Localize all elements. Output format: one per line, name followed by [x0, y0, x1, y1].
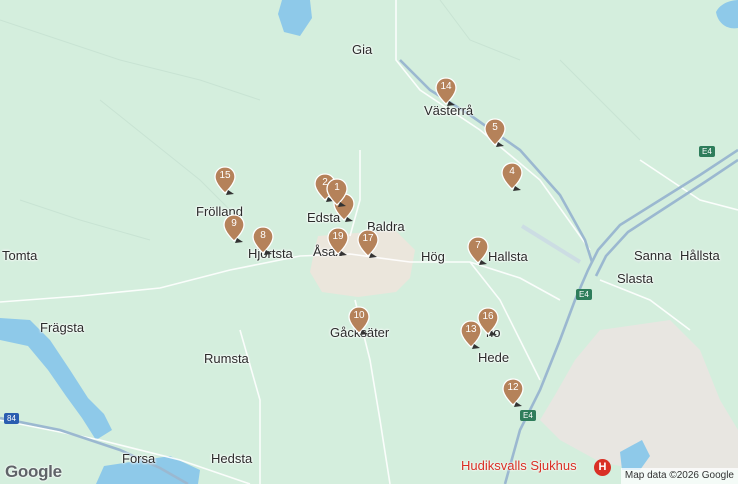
map-marker-label: 17: [362, 233, 374, 244]
map-marker-15[interactable]: 15: [214, 166, 236, 198]
hospital-label[interactable]: Hudiksvalls Sjukhus: [461, 458, 577, 473]
map-marker-10[interactable]: 10: [348, 306, 370, 338]
map-marker-14[interactable]: 14: [435, 77, 457, 109]
map-canvas[interactable]: Gia Västerrå Frölland Edsta Baldra Tomta…: [0, 0, 738, 484]
place-gia: Gia: [352, 42, 373, 57]
map-marker-8[interactable]: 8: [252, 226, 274, 258]
map-marker-12[interactable]: 12: [502, 378, 524, 410]
place-sanna: Sanna: [634, 248, 672, 263]
google-logo: Google: [5, 462, 62, 481]
place-tomta: Tomta: [2, 248, 38, 263]
road-shield-84: 84: [4, 413, 19, 424]
place-hedsta: Hedsta: [211, 451, 253, 466]
map-marker-label: 9: [231, 218, 237, 229]
map-marker-label: 14: [440, 81, 452, 92]
map-marker-5[interactable]: 5: [484, 118, 506, 150]
map-marker-label: 12: [507, 382, 519, 393]
map-marker-label: 5: [492, 122, 498, 133]
map-marker-17[interactable]: 17: [357, 229, 379, 261]
map-marker-label: 15: [219, 170, 231, 181]
map-marker-9[interactable]: 9: [223, 214, 245, 246]
place-forsa: Forsa: [122, 451, 156, 466]
hospital-icon[interactable]: H: [594, 459, 611, 476]
place-slasta: Slasta: [617, 271, 654, 286]
map-marker-label: 10: [353, 310, 365, 321]
place-fragsta: Frägsta: [40, 320, 85, 335]
place-rumsta: Rumsta: [204, 351, 249, 366]
place-hallsta-2: Hållsta: [680, 248, 720, 263]
place-hede: Hede: [478, 350, 510, 365]
road-shield-e4: E4: [520, 410, 536, 421]
map-marker-label: 4: [509, 166, 515, 177]
map-marker-label: 1: [334, 182, 340, 193]
map-marker-13[interactable]: 13: [460, 320, 482, 352]
map-attribution[interactable]: Map data ©2026 Google: [620, 468, 738, 484]
map-marker-label: 8: [260, 230, 266, 241]
map-marker-label: 7: [475, 240, 481, 251]
place-hallsta: Hallsta: [488, 249, 528, 264]
map-marker-label: 19: [332, 231, 344, 242]
map-marker-1[interactable]: 1: [326, 178, 348, 210]
map-marker-label: 13: [465, 324, 477, 335]
map-marker-7[interactable]: 7: [467, 236, 489, 268]
road-shield-e4: E4: [699, 146, 715, 157]
map-marker-4[interactable]: 4: [501, 162, 523, 194]
map-marker-19[interactable]: 19: [327, 227, 349, 259]
place-hog: Hög: [421, 249, 445, 264]
road-shield-e4: E4: [576, 289, 592, 300]
